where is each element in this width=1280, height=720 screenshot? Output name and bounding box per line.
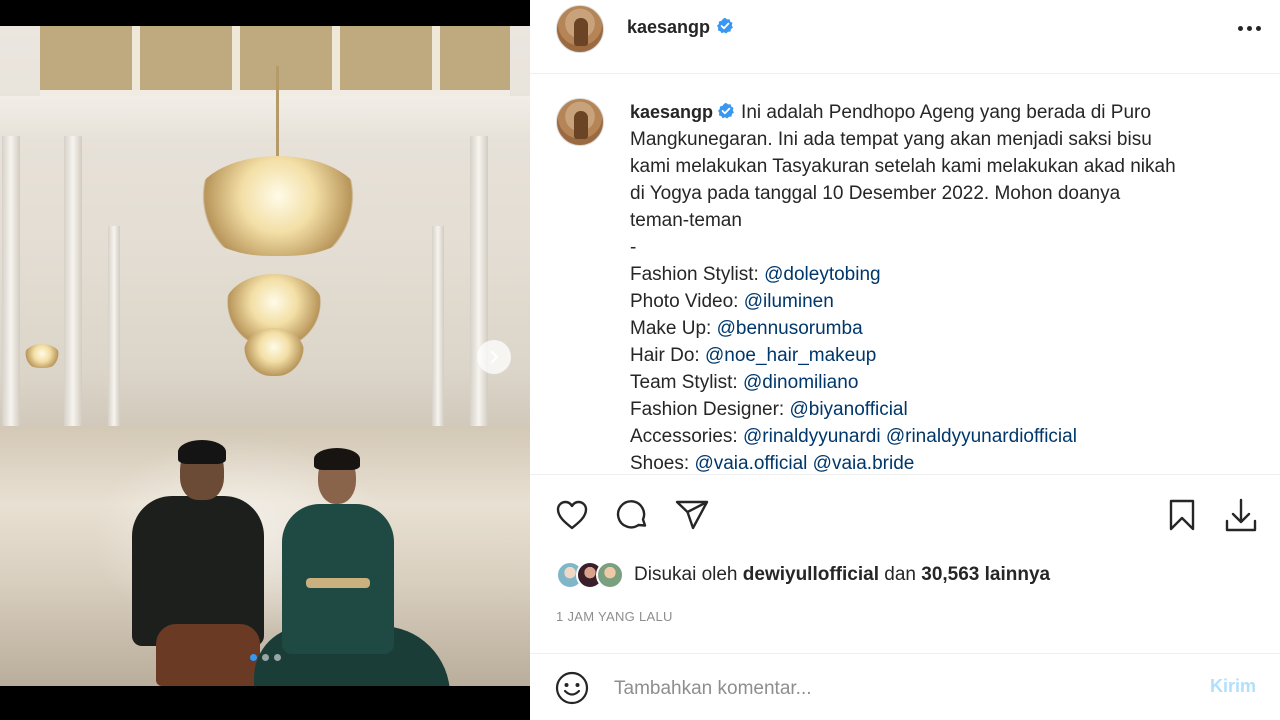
save-button[interactable]	[1164, 497, 1200, 538]
comment-bar: Kirim	[530, 653, 1280, 720]
mention-link[interactable]: @vaia.official	[694, 453, 807, 474]
caption-text: Ini adalah Pendhopo Ageng yang berada di…	[741, 102, 1151, 123]
credit-line: Team Stylist: @dinomiliano	[630, 372, 859, 393]
heart-icon	[556, 500, 588, 530]
liker-username[interactable]: dewiyullofficial	[743, 564, 879, 585]
header-username[interactable]: kaesangp	[627, 17, 734, 38]
mention-link[interactable]: @iluminen	[744, 291, 834, 312]
emoji-icon	[555, 671, 589, 705]
download-button[interactable]	[1222, 497, 1260, 540]
like-button[interactable]	[554, 497, 590, 538]
credit-line: Accessories: @rinaldyyunardi @rinaldyyun…	[630, 426, 1077, 447]
post-comment-button[interactable]: Kirim	[1210, 676, 1256, 697]
chandelier	[244, 328, 304, 376]
credit-line: Photo Video: @iluminen	[630, 291, 834, 312]
post-timestamp[interactable]: 1 JAM YANG LALU	[556, 609, 673, 624]
carousel-dot	[261, 654, 269, 661]
post-panel: kaesangp kaesangp Ini adalah Pendhopo Ag…	[530, 0, 1280, 720]
caption-username[interactable]: kaesangp	[630, 102, 713, 122]
verified-badge-icon	[718, 102, 734, 119]
caption-avatar[interactable]	[556, 98, 604, 146]
mention-link[interactable]: @doleytobing	[764, 264, 880, 285]
mention-link[interactable]: @rinaldyyunardiofficial	[886, 426, 1077, 447]
chandelier	[192, 156, 364, 256]
post-media	[0, 0, 530, 720]
post-header: kaesangp	[530, 0, 1280, 74]
caption-text: kami melakukan Tasyakuran setelah kami m…	[630, 156, 1176, 177]
mention-link[interactable]: @rinaldyyunardi	[743, 426, 881, 447]
caption-text: di Yogya pada tanggal 10 Desember 2022. …	[630, 183, 1121, 204]
credit-line: Hair Do: @noe_hair_makeup	[630, 345, 877, 366]
credit-line: Shoes: @vaia.official @vaia.bride	[630, 453, 915, 474]
more-options-icon	[1237, 25, 1243, 31]
post-actions: Disukai oleh dewiyullofficial dan 30,563…	[530, 474, 1280, 720]
photo-ceiling	[40, 26, 510, 96]
likes-summary: Disukai oleh dewiyullofficial dan 30,563…	[556, 561, 1050, 589]
verified-badge-icon	[717, 17, 733, 34]
likes-text[interactable]: Disukai oleh dewiyullofficial dan 30,563…	[634, 564, 1050, 586]
download-icon	[1225, 498, 1257, 532]
carousel-dot	[249, 654, 257, 661]
caption-text: teman-teman	[630, 210, 742, 231]
credit-line: Make Up: @bennusorumba	[630, 318, 863, 339]
avatar[interactable]	[556, 5, 604, 53]
likes-count[interactable]: 30,563	[921, 564, 979, 585]
share-button[interactable]	[674, 497, 710, 538]
credit-line: Fashion Designer: @biyanofficial	[630, 399, 908, 420]
credit-line: Fashion Stylist: @doleytobing	[630, 264, 881, 285]
chevron-right-icon	[490, 350, 499, 364]
comment-input[interactable]	[614, 674, 1174, 704]
caption-text: -	[630, 237, 637, 258]
more-options-button[interactable]	[1234, 18, 1264, 38]
comment-icon	[616, 500, 647, 529]
mention-link[interactable]: @bennusorumba	[717, 318, 863, 339]
carousel-dot	[273, 654, 281, 661]
bookmark-icon	[1169, 499, 1195, 531]
caption-text: Mangkunegaran. Ini ada tempat yang akan …	[630, 129, 1152, 150]
carousel-indicator	[0, 654, 530, 661]
comment-button[interactable]	[614, 497, 650, 538]
mention-link[interactable]: @dinomiliano	[743, 372, 858, 393]
liker-avatar[interactable]	[596, 561, 624, 589]
post-caption: kaesangp Ini adalah Pendhopo Ageng yang …	[630, 99, 1240, 474]
emoji-button[interactable]	[554, 670, 590, 711]
caption-area: kaesangp Ini adalah Pendhopo Ageng yang …	[530, 75, 1280, 474]
mention-link[interactable]: @biyanofficial	[789, 399, 907, 420]
username-text[interactable]: kaesangp	[627, 17, 710, 37]
mention-link[interactable]: @vaia.bride	[813, 453, 915, 474]
paper-plane-icon	[675, 500, 709, 530]
mention-link[interactable]: @noe_hair_makeup	[705, 345, 876, 366]
carousel-next-button[interactable]	[477, 340, 511, 374]
post-photo[interactable]	[0, 26, 530, 686]
